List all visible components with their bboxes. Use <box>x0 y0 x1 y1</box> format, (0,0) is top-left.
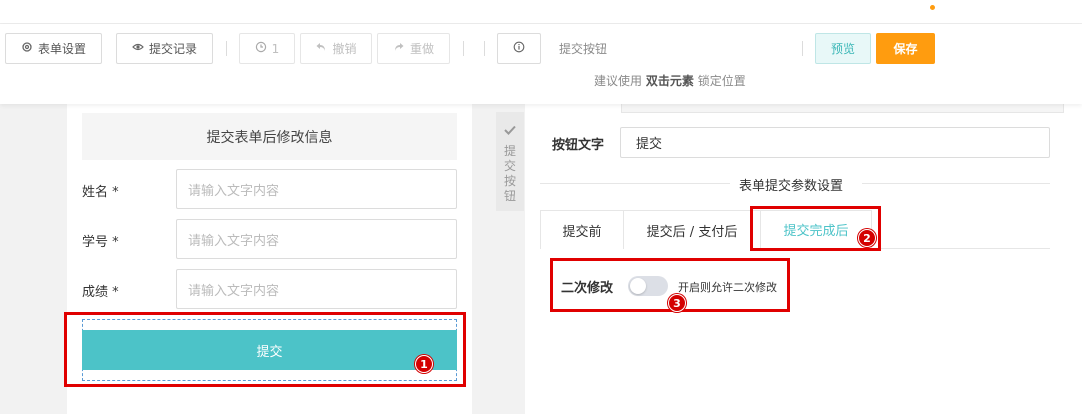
annotation-badge-1: 1 <box>415 355 433 373</box>
toolbar: 表单设置 提交记录 1 撤销 重做 提交按钮 建议使用 双击元素 锁定位置 预览… <box>0 24 1082 104</box>
side-tab-label: 提交按钮 <box>503 144 516 203</box>
annotation-badge-2: 2 <box>858 229 876 247</box>
form-settings-label: 表单设置 <box>37 42 86 56</box>
button-text-label: 按钮文字 <box>552 138 605 153</box>
toolbar-divider <box>484 41 485 56</box>
settings-panel-top-strip <box>621 104 1064 113</box>
undo-label: 撤销 <box>332 42 357 56</box>
top-bar <box>0 0 1082 24</box>
hint-prefix: 建议使用 <box>594 74 643 88</box>
field-label-student-id: 学号 * <box>82 235 119 250</box>
score-input[interactable]: 请输入文字内容 <box>176 269 457 309</box>
toolbar-divider <box>463 41 464 56</box>
toolbar-divider <box>226 41 227 56</box>
section-divider-right <box>862 183 1050 184</box>
save-button[interactable]: 保存 <box>876 33 935 64</box>
history-count: 1 <box>271 41 280 56</box>
tab-after-submit-payment[interactable]: 提交后 / 支付后 <box>623 210 761 249</box>
hint-text: 建议使用 双击元素 锁定位置 <box>594 72 746 89</box>
section-title: 表单提交参数设置 <box>739 175 844 194</box>
submit-records-label: 提交记录 <box>148 42 197 56</box>
redo-label: 重做 <box>409 42 434 56</box>
field-label-score: 成绩 * <box>82 285 119 300</box>
section-divider-left <box>540 183 730 184</box>
button-text-input[interactable]: 提交 <box>620 127 1050 158</box>
gear-icon <box>21 41 33 56</box>
undo-button[interactable]: 撤销 <box>300 33 372 64</box>
student-id-input[interactable]: 请输入文字内容 <box>176 219 457 259</box>
save-unsaved-dot <box>929 4 936 11</box>
field-label-name: 姓名 * <box>82 185 119 200</box>
submit-records-button[interactable]: 提交记录 <box>116 33 213 64</box>
tab-before-submit[interactable]: 提交前 <box>540 210 624 249</box>
toolbar-divider <box>802 41 803 56</box>
info-icon <box>513 41 525 56</box>
selected-component-name: 提交按钮 <box>559 42 608 56</box>
check-icon <box>504 124 516 138</box>
eye-icon <box>132 41 144 56</box>
preview-button[interactable]: 预览 <box>815 33 871 64</box>
hint-bold: 双击元素 <box>645 74 694 88</box>
hint-suffix: 锁定位置 <box>697 74 746 88</box>
annotation-box-1 <box>64 312 466 387</box>
side-tab-submit-button[interactable]: 提交按钮 <box>496 112 524 211</box>
undo-icon <box>315 41 327 56</box>
form-settings-button[interactable]: 表单设置 <box>5 33 102 64</box>
redo-icon <box>393 41 405 56</box>
form-title: 提交表单后修改信息 <box>82 113 457 160</box>
redo-button[interactable]: 重做 <box>377 33 450 64</box>
history-button[interactable]: 1 <box>239 33 295 64</box>
info-button[interactable] <box>497 33 541 64</box>
annotation-badge-3: 3 <box>668 294 686 312</box>
clock-icon <box>255 41 267 56</box>
name-input[interactable]: 请输入文字内容 <box>176 169 457 209</box>
